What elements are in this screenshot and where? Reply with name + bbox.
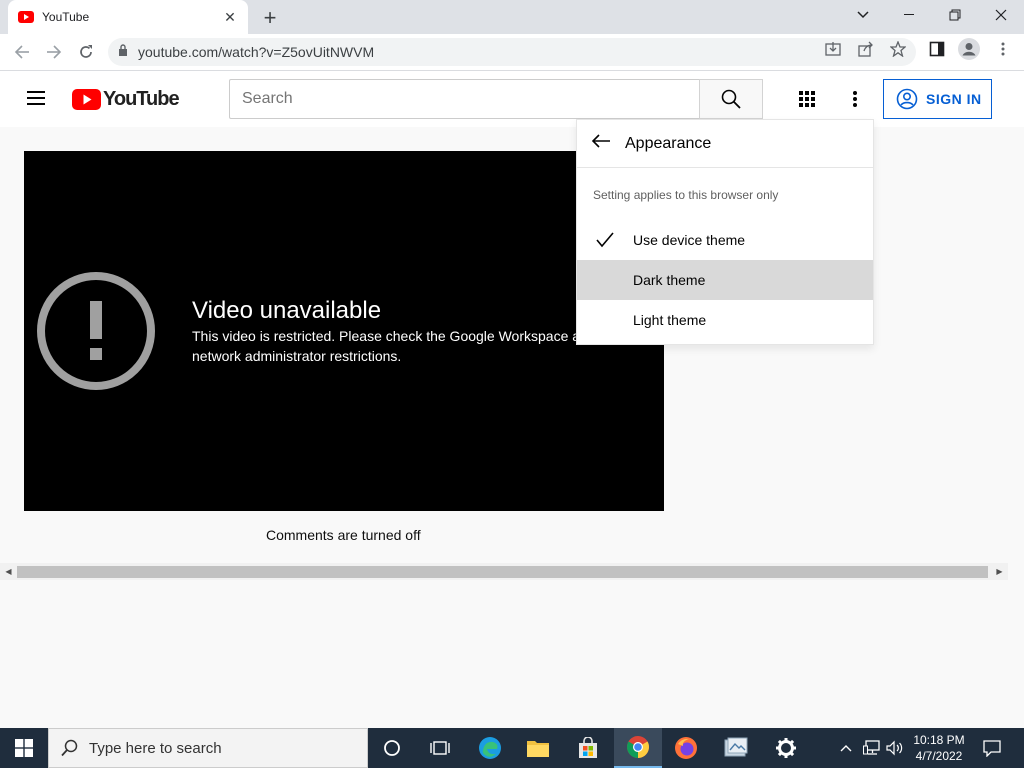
theme-option-label: Use device theme (633, 232, 746, 248)
tab-title: YouTube (42, 10, 90, 24)
forward-arrow-icon[interactable] (42, 40, 66, 64)
settings-more-icon[interactable] (843, 87, 867, 111)
browser-toolbar: youtube.com/watch?v=Z5ovUitNWVM (0, 34, 1024, 71)
apps-grid-icon[interactable] (795, 87, 819, 111)
scrollbar-thumb[interactable] (17, 566, 988, 578)
windows-taskbar: Type here to search 10:18 PM 4/7/2022 (0, 728, 1024, 768)
youtube-wordmark: YouTube (103, 88, 180, 110)
task-view-icon[interactable] (416, 728, 464, 768)
action-center-notification-icon[interactable] (978, 728, 1006, 768)
side-panel-icon[interactable] (928, 40, 946, 58)
theme-option-label: Dark theme (633, 272, 706, 288)
firefox-browser-icon[interactable] (662, 728, 710, 768)
new-tab-button[interactable]: + (258, 5, 282, 30)
search-icon (721, 89, 741, 109)
sign-in-label: SIGN IN (926, 91, 982, 107)
photos-app-icon[interactable] (712, 728, 760, 768)
share-icon[interactable] (857, 40, 875, 58)
exclamation-warning-icon (37, 272, 155, 390)
tab-search-chevron-icon[interactable] (840, 0, 886, 30)
scroll-left-arrow-icon[interactable]: ◀ (0, 563, 17, 580)
browser-titlebar: YouTube ✕ + (0, 0, 1024, 34)
windows-start-icon[interactable] (0, 728, 48, 768)
horizontal-scrollbar[interactable]: ◀ ▶ (0, 563, 1008, 580)
account-circle-icon (896, 88, 918, 110)
theme-option-light[interactable]: Light theme (577, 300, 873, 340)
minimize-button[interactable] (886, 0, 932, 30)
comments-status: Comments are turned off (266, 527, 421, 543)
settings-gear-icon[interactable] (762, 728, 810, 768)
appearance-menu-header: Appearance (577, 120, 873, 168)
appearance-menu-title: Appearance (625, 134, 712, 152)
cortana-icon[interactable] (368, 728, 416, 768)
search-input[interactable] (229, 79, 700, 119)
clock-time: 10:18 PM (913, 733, 965, 747)
reload-icon[interactable] (74, 40, 98, 64)
youtube-favicon-icon (18, 9, 34, 25)
back-arrow-icon[interactable] (591, 133, 611, 154)
theme-option-dark[interactable]: Dark theme (577, 260, 873, 300)
url-text: youtube.com/watch?v=Z5ovUitNWVM (138, 44, 375, 60)
back-arrow-icon[interactable] (10, 40, 34, 64)
taskbar-search-box[interactable]: Type here to search (48, 728, 368, 768)
theme-option-label: Light theme (633, 312, 707, 328)
install-icon[interactable] (824, 40, 842, 58)
bookmark-star-icon[interactable] (889, 40, 907, 58)
sign-in-button[interactable]: SIGN IN (883, 79, 992, 119)
video-player[interactable]: Video unavailable This video is restrict… (24, 151, 664, 511)
appearance-menu-note: Setting applies to this browser only (593, 188, 779, 202)
theme-option-device[interactable]: Use device theme (577, 220, 873, 260)
search-button[interactable] (699, 79, 763, 119)
scroll-right-arrow-icon[interactable]: ▶ (991, 563, 1008, 580)
file-explorer-icon[interactable] (514, 728, 562, 768)
close-window-button[interactable] (978, 0, 1024, 30)
lock-icon[interactable] (118, 43, 128, 61)
profile-avatar-icon[interactable] (958, 38, 980, 60)
browser-tab-youtube[interactable]: YouTube ✕ (8, 0, 248, 34)
address-bar[interactable]: youtube.com/watch?v=Z5ovUitNWVM (108, 38, 916, 66)
youtube-play-logo-icon (72, 89, 101, 110)
network-icon[interactable] (860, 728, 884, 768)
volume-speaker-icon[interactable] (884, 728, 906, 768)
video-error-title: Video unavailable (192, 297, 382, 324)
guide-menu-icon[interactable] (24, 87, 48, 111)
show-hidden-icons-chevron-icon[interactable] (836, 728, 856, 768)
chrome-menu-icon[interactable] (994, 40, 1012, 58)
appearance-menu: Appearance Setting applies to this brows… (576, 119, 874, 345)
edge-browser-icon[interactable] (466, 728, 514, 768)
search-icon (61, 739, 78, 757)
taskbar-clock[interactable]: 10:18 PM 4/7/2022 (906, 732, 972, 764)
tab-close-icon[interactable]: ✕ (222, 9, 238, 25)
restore-button[interactable] (932, 0, 978, 30)
youtube-logo[interactable]: YouTube (72, 88, 180, 111)
checkmark-icon (596, 232, 614, 248)
microsoft-store-icon[interactable] (564, 728, 612, 768)
taskbar-search-placeholder: Type here to search (89, 739, 222, 757)
clock-date: 4/7/2022 (915, 749, 963, 763)
chrome-browser-icon[interactable] (614, 728, 662, 768)
